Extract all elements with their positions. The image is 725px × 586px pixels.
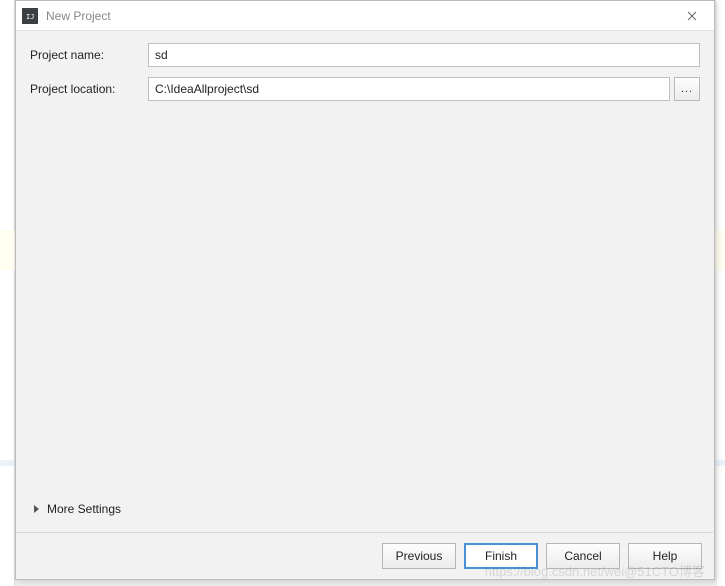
finish-button[interactable]: Finish — [464, 543, 538, 569]
button-bar: Previous Finish Cancel Help — [16, 532, 714, 579]
dialog-content: Project name: Project location: ... More… — [16, 31, 714, 532]
more-settings-label: More Settings — [47, 502, 121, 516]
project-location-label: Project location: — [30, 82, 148, 96]
app-icon: IJ — [22, 8, 38, 24]
project-location-input[interactable] — [148, 77, 670, 101]
browse-button[interactable]: ... — [674, 77, 700, 101]
more-settings-toggle[interactable]: More Settings — [30, 494, 700, 532]
project-location-row: Project location: ... — [30, 77, 700, 101]
close-icon — [687, 11, 697, 21]
previous-button[interactable]: Previous — [382, 543, 456, 569]
window-title: New Project — [46, 9, 670, 23]
background-right — [717, 0, 725, 586]
chevron-right-icon — [34, 505, 39, 513]
cancel-button[interactable]: Cancel — [546, 543, 620, 569]
new-project-dialog: IJ New Project Project name: Project loc… — [15, 0, 715, 580]
ellipsis-icon: ... — [681, 83, 693, 95]
close-button[interactable] — [670, 1, 714, 31]
project-name-row: Project name: — [30, 43, 700, 67]
project-name-input[interactable] — [148, 43, 700, 67]
content-spacer — [30, 111, 700, 494]
help-button[interactable]: Help — [628, 543, 702, 569]
project-name-label: Project name: — [30, 48, 148, 62]
background-gutter — [0, 0, 15, 586]
svg-text:IJ: IJ — [26, 13, 34, 21]
titlebar[interactable]: IJ New Project — [16, 1, 714, 31]
